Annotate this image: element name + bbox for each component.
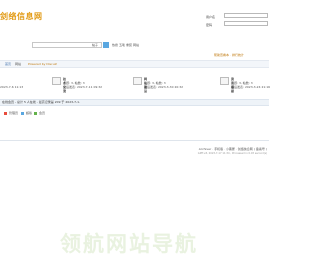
moderator-legend-icon (21, 112, 24, 115)
forum-last-post-left: 2023-7-6 11:13 (0, 85, 24, 89)
forum-last-post: 最后发表: 2023-3-30 20:32 (144, 85, 184, 89)
legend-label: 会员 (39, 111, 46, 115)
online-stats[interactable]: 在线会员 - 总计 5 人在线 - 最高记录是 209 于 2023-7-1. (2, 100, 80, 104)
search-hot-links[interactable]: 热搜 五笔 重装 网站 (112, 43, 139, 47)
legend-label: 超版 (26, 111, 33, 115)
watermark-text: 领航网站导航 (60, 232, 198, 256)
online-legend: 管理员 超版 会员 (4, 111, 64, 116)
breadcrumb-home[interactable]: 首页 (5, 62, 11, 66)
username-input[interactable] (224, 13, 268, 18)
content-divider (0, 140, 269, 141)
search-input[interactable]: 帖子 (32, 42, 102, 48)
breadcrumb-site[interactable]: 网站 (15, 62, 21, 66)
search-scope[interactable]: 帖子 (92, 43, 98, 47)
admin-legend-icon (4, 112, 7, 115)
forum-last-post: 最后发表: 2023-7-11 09:32 (63, 85, 103, 89)
forum-icon (220, 77, 229, 85)
password-label: 密码 (206, 23, 213, 27)
forum-last-post: 最后发表: 2023-3-24 21:16 (231, 85, 271, 89)
help-links[interactable]: 帮助查看本 · 排行统计 (214, 53, 244, 57)
member-legend-icon (34, 112, 37, 115)
forum-icon (133, 77, 142, 85)
breadcrumb-current[interactable]: Powered by Discuz! (28, 62, 57, 66)
breadcrumb: 首页 网站 Powered by Discuz! (0, 60, 269, 68)
footer-copyright: GMT+8, 2023-7-17 11:34 , Processed in 0.… (197, 152, 267, 155)
site-logo[interactable]: 剑络信息网 (0, 11, 43, 22)
forum-icon (52, 77, 61, 85)
search-button[interactable] (103, 42, 109, 48)
online-section-header: 在线会员 - 总计 5 人在线 - 最高记录是 209 于 2023-7-1. (0, 99, 269, 106)
legend-label: 管理员 (9, 111, 19, 115)
username-label: 用户名 (206, 15, 216, 19)
footer-links[interactable]: Archiver · 手机版 · 小黑屋 · 剑络信息网 ( 备案号 ) (199, 147, 267, 151)
password-input[interactable] (224, 21, 268, 26)
